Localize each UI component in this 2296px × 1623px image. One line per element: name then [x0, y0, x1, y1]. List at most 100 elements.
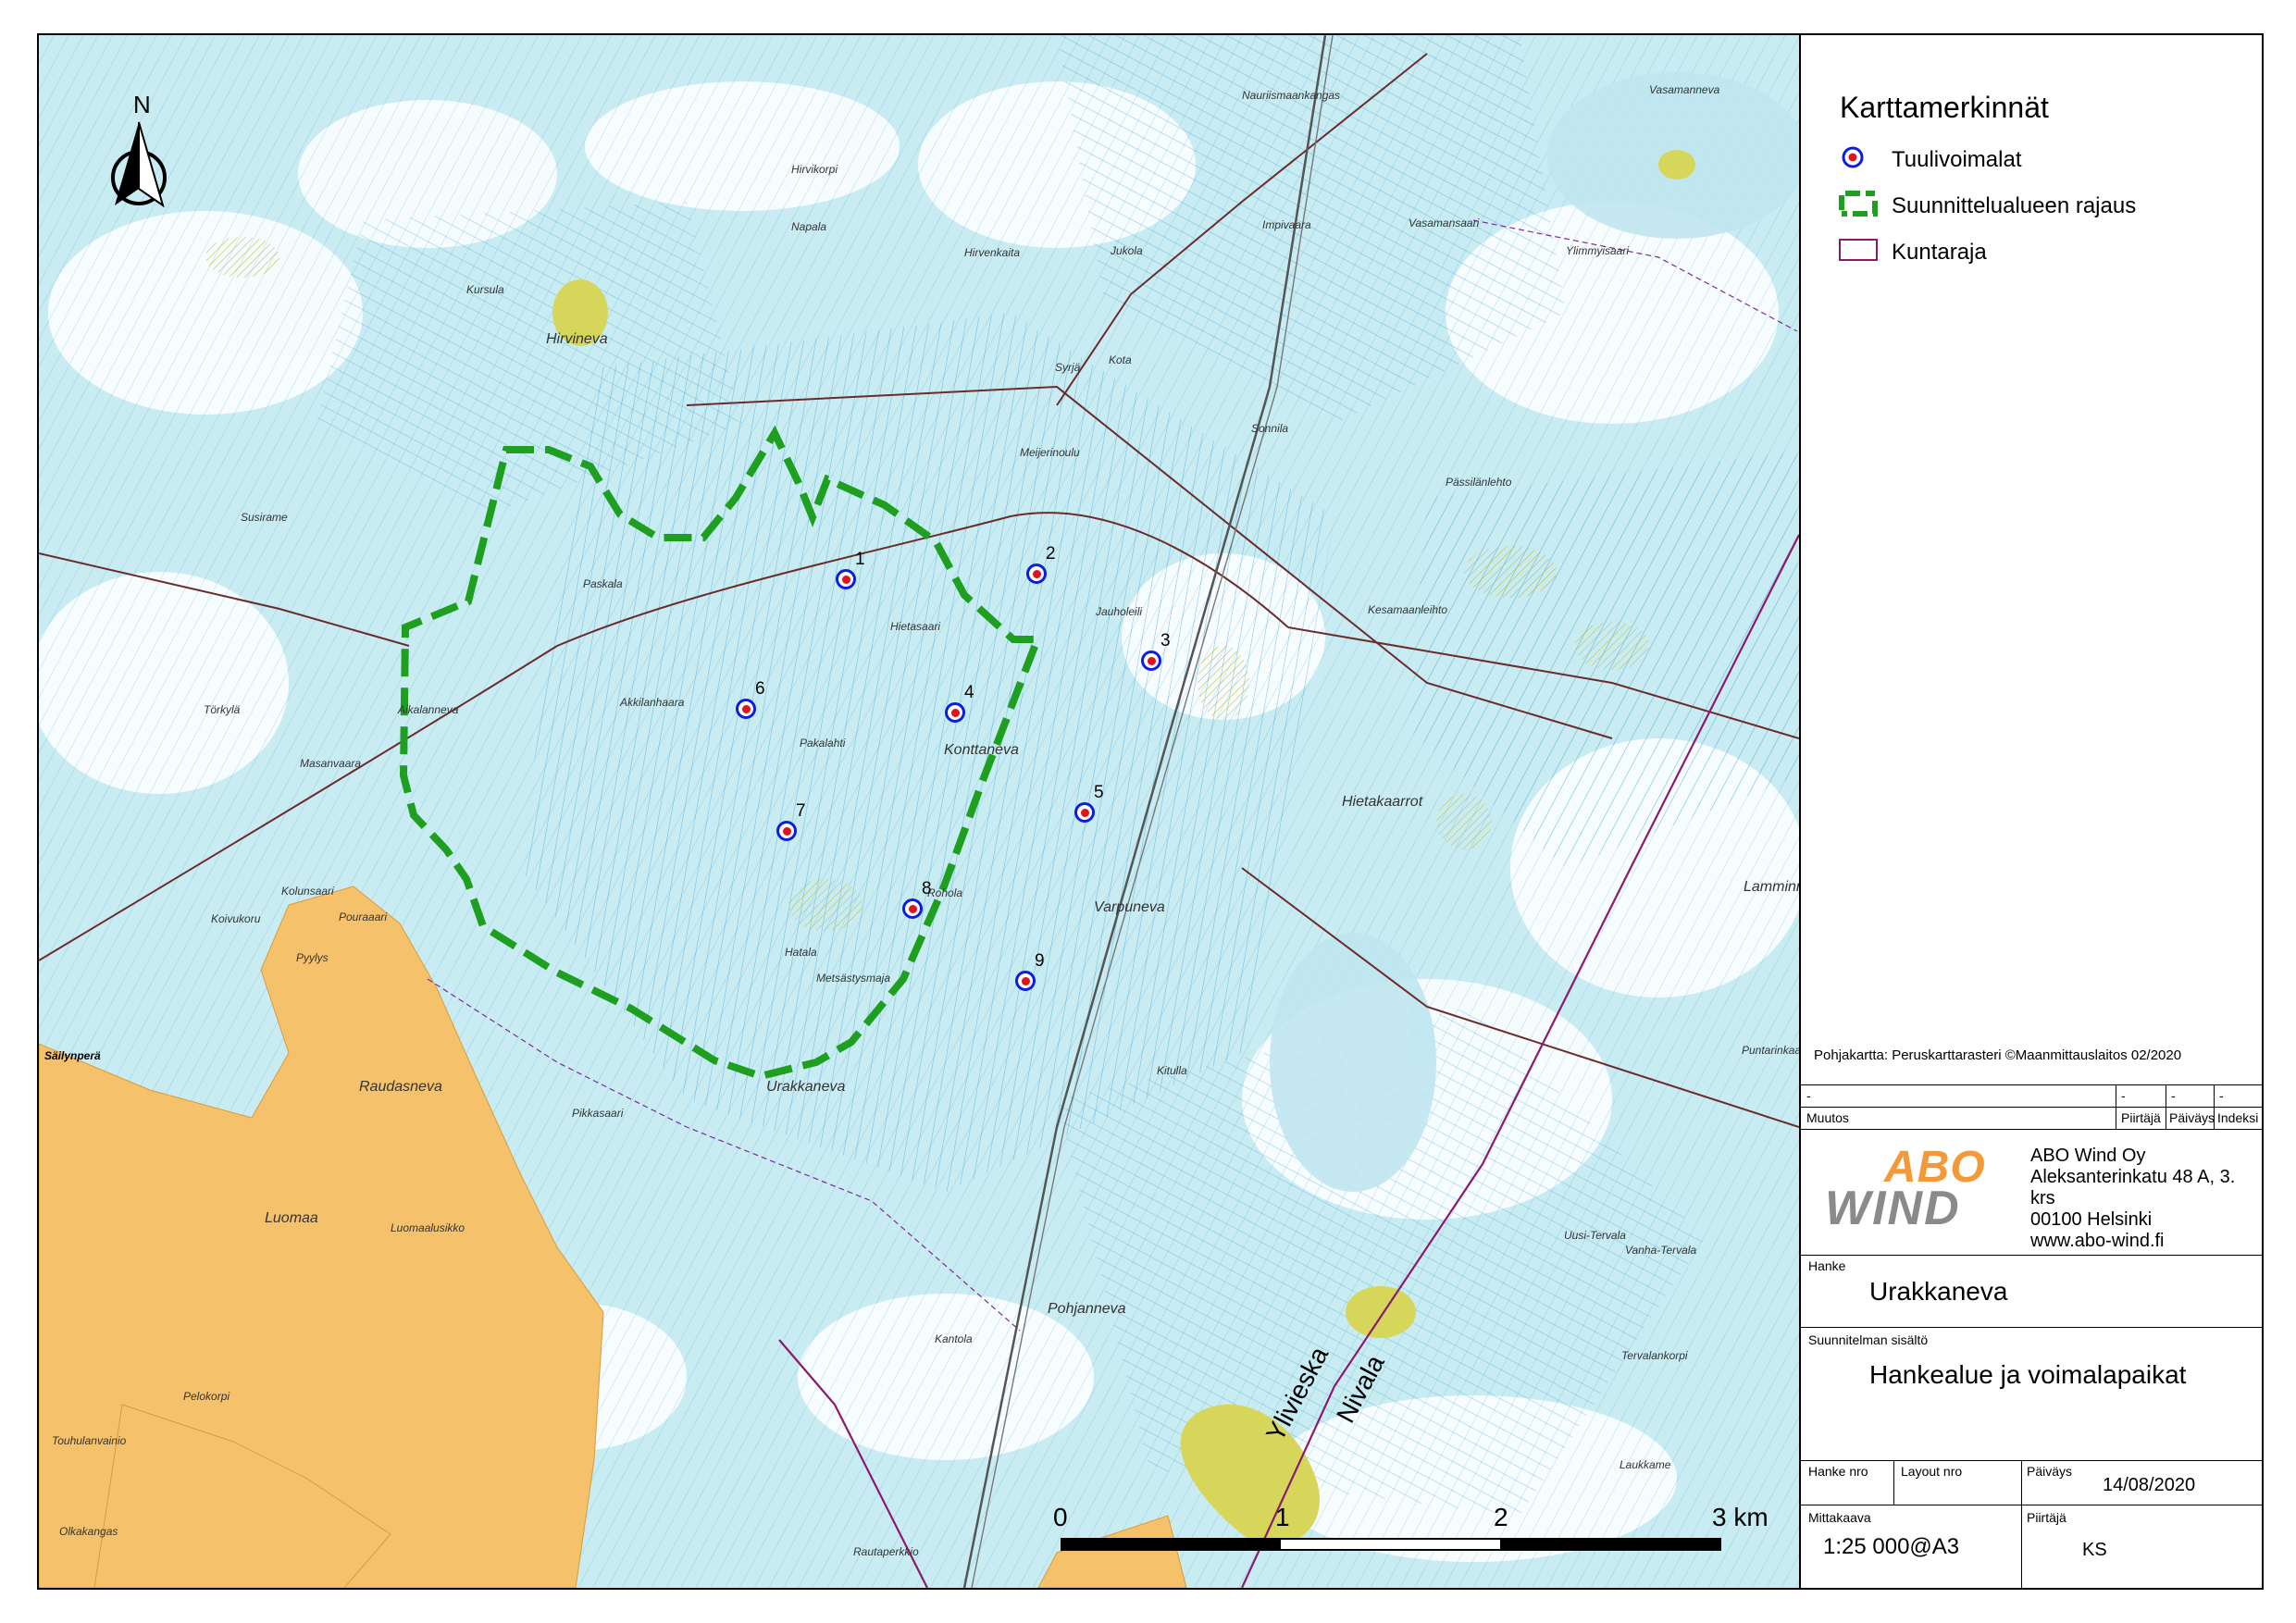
place-label: Metsästysmaja [816, 972, 891, 985]
company-info: ABO Wind Oy Aleksanterinkatu 48 A, 3. kr… [2030, 1146, 2236, 1251]
place-label: Pakalahti [800, 737, 846, 750]
place-label: Impivaara [1262, 218, 1311, 231]
place-label: Laukkame [1620, 1458, 1671, 1471]
info-panel: Karttamerkinnät Tuulivoimalat Suunnittel… [1799, 35, 2262, 1588]
place-label: Kolunsaari [281, 885, 334, 898]
place-label: Urakkaneva [766, 1079, 846, 1095]
place-label: Raudasneva [359, 1079, 442, 1095]
dashed-boundary-icon [1838, 190, 1879, 224]
turbine-marker[interactable] [945, 702, 965, 723]
legend-item-turbine: Tuulivoimalat [1838, 146, 2022, 174]
place-label: Pyylys [296, 951, 329, 964]
legend-item-boundary: Suunnittelualueen rajaus [1838, 190, 2136, 220]
place-label: Jauholeili [1096, 605, 1143, 618]
place-label: Hirvineva [546, 331, 608, 347]
place-label: Vanha-Tervala [1625, 1244, 1697, 1257]
drawer-value: KS [2082, 1540, 2107, 1560]
place-label: Nauriismaankangas [1242, 89, 1341, 102]
place-label: Kantola [935, 1332, 973, 1345]
place-label: Hirvikorpi [791, 163, 838, 176]
turbine-number: 6 [755, 679, 765, 699]
turbine-number: 4 [964, 683, 974, 702]
abo-wind-logo: ABO WIND [1825, 1143, 1986, 1235]
place-label: Napala [791, 220, 827, 233]
place-label: Ylimmyisaari [1566, 244, 1630, 257]
turbine-number: 5 [1094, 783, 1104, 802]
basemap-credit: Pohjakartta: Peruskarttarasteri ©Maanmit… [1814, 1047, 2182, 1063]
layout-number-label: Layout nro [1901, 1464, 1963, 1479]
turbine-number: 3 [1160, 631, 1171, 650]
project-number-label: Hanke nro [1808, 1464, 1868, 1479]
place-label: Törkylä [204, 703, 241, 716]
turbine-marker[interactable] [1015, 971, 1036, 991]
place-label: Pässilänlehto [1446, 476, 1512, 489]
plan-content: Hankealue ja voimalapaikat [1869, 1360, 2187, 1389]
scalebar [1061, 1538, 1721, 1551]
place-label: Pouraaari [339, 911, 388, 923]
place-label: Hirvenkaita [964, 246, 1021, 259]
place-label: Luomaa [265, 1210, 318, 1226]
place-label: Uusi-Tervala [1564, 1229, 1626, 1242]
turbine-number: 8 [922, 879, 932, 898]
place-label: Akkilanhaara [620, 696, 685, 709]
drawer-label: Piirtäjä [2027, 1510, 2066, 1525]
scalebar-tick: 3 km [1712, 1503, 1769, 1531]
place-label: Susirame [241, 511, 288, 524]
turbine-marker[interactable] [736, 699, 756, 719]
scalebar-tick: 2 [1494, 1503, 1508, 1531]
revision-header: Muutos [1806, 1110, 1849, 1125]
turbine-number: 2 [1046, 544, 1056, 564]
turbine-marker[interactable] [1141, 650, 1161, 671]
revision-cell: - [2121, 1088, 2126, 1103]
revision-header: Indeksi [2217, 1110, 2259, 1125]
north-label: N [133, 93, 151, 118]
legend-title: Karttamerkinnät [1840, 91, 2049, 124]
turbine-number: 9 [1035, 951, 1045, 971]
place-label: Aikalanneva [398, 703, 459, 716]
place-label: Rohola [927, 886, 963, 899]
turbine-marker[interactable] [902, 898, 923, 919]
place-label: Kesamaanleihto [1368, 603, 1448, 616]
revision-header: Päiväys [2169, 1110, 2215, 1125]
scalebar-tick: 1 [1275, 1503, 1290, 1531]
scalebar-tick: 0 [1053, 1503, 1068, 1531]
project-label: Hanke [1808, 1258, 1846, 1273]
turbine-marker[interactable] [836, 569, 856, 589]
revision-cell: - [2219, 1088, 2224, 1103]
place-label: Touhulanvainio [52, 1434, 127, 1447]
place-label: Paskala [583, 577, 623, 590]
place-label: Kitulla [1157, 1064, 1187, 1077]
basemap [39, 35, 1799, 1588]
place-label: Jukola [1111, 244, 1143, 257]
place-label: Luomaalusikko [391, 1221, 465, 1234]
place-label: Sonnila [1251, 422, 1289, 435]
place-label: Säilynperä [44, 1049, 101, 1062]
place-label: Syrjä [1055, 361, 1081, 374]
turbine-icon [1838, 143, 1879, 178]
place-label: Hietasaari [890, 620, 941, 633]
turbine-number: 7 [796, 801, 806, 821]
municipal-border-icon [1838, 236, 1879, 270]
place-label: Pikkasaari [572, 1107, 624, 1120]
revision-header: Piirtäjä [2121, 1110, 2161, 1125]
scale-value: 1:25 000@A3 [1823, 1534, 1960, 1559]
place-label: Koivukoru [211, 912, 261, 925]
north-arrow-icon: N [96, 91, 189, 213]
turbine-marker[interactable] [1026, 564, 1047, 584]
turbine-marker[interactable] [1074, 802, 1095, 823]
place-label: Pelokorpi [183, 1390, 230, 1403]
date-value: 14/08/2020 [2103, 1475, 2196, 1495]
place-label: Tervalankorpi [1621, 1349, 1688, 1362]
place-label: Konttaneva [944, 742, 1019, 758]
map-area[interactable]: Nauriismaankangas Hirvikorpi Napala Hirv… [39, 35, 1799, 1588]
place-label: Kursula [466, 283, 504, 296]
project-name: Urakkaneva [1869, 1277, 2008, 1306]
place-label: Rautaperkkio [853, 1545, 919, 1558]
place-label: Meijerinoulu [1020, 446, 1080, 459]
place-label: Hietakaarrot [1342, 794, 1423, 810]
place-label: Masanvaara [300, 757, 362, 770]
place-label: Pohjanneva [1048, 1301, 1126, 1317]
place-label: Puntarinkaarto [1742, 1044, 1799, 1057]
turbine-marker[interactable] [776, 821, 797, 841]
revision-cell: - [1806, 1088, 1811, 1103]
